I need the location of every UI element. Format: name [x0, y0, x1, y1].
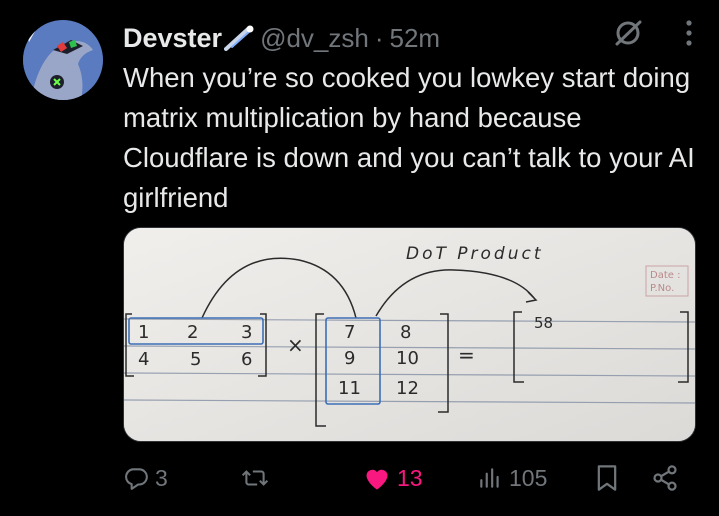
tweet-text: When you’re so cooked you lowkey start d… — [123, 62, 695, 213]
author-handle[interactable]: @dv_zsh — [260, 23, 369, 54]
a-1-3: 3 — [241, 322, 252, 343]
result-value: 58 — [534, 314, 553, 332]
b-3-2: 12 — [396, 378, 419, 399]
reply-button[interactable]: 3 — [123, 459, 168, 497]
share-icon — [653, 465, 677, 491]
views-button[interactable]: 105 — [477, 459, 547, 497]
b-2-2: 10 — [396, 348, 419, 369]
b-2-1: 9 — [344, 348, 355, 369]
timestamp[interactable]: 52m — [390, 23, 441, 54]
a-2-2: 5 — [190, 349, 201, 370]
a-2-1: 4 — [138, 349, 149, 370]
view-count: 105 — [509, 464, 548, 491]
times-sign: × — [287, 333, 304, 357]
b-3-1: 11 — [338, 378, 361, 399]
author-name[interactable]: Devster — [123, 23, 222, 54]
more-icon[interactable] — [685, 19, 693, 52]
tweet-header: Devster @dv_zsh · 52m — [123, 20, 440, 56]
avatar[interactable] — [23, 20, 103, 100]
notebook-photo: Date : P.No. DoT Product 1 2 3 4 5 6 × 7… — [124, 228, 695, 441]
bookmark-icon — [597, 465, 617, 491]
repost-button[interactable] — [241, 459, 275, 497]
verified-meteor-icon — [224, 25, 254, 51]
a-1-1: 1 — [138, 322, 149, 343]
repost-icon — [241, 470, 269, 486]
grok-icon[interactable] — [613, 18, 643, 53]
reply-count: 3 — [155, 464, 168, 491]
views-icon — [480, 468, 499, 488]
separator-dot: · — [374, 22, 384, 53]
header-icons — [613, 18, 693, 53]
a-2-3: 6 — [241, 349, 252, 370]
equals-sign: = — [458, 343, 475, 367]
b-1-2: 8 — [400, 322, 411, 343]
like-count: 13 — [397, 464, 423, 491]
like-button[interactable]: 13 — [363, 459, 423, 497]
b-1-1: 7 — [344, 322, 355, 343]
share-button[interactable] — [651, 459, 679, 497]
bookmark-button[interactable] — [595, 459, 619, 497]
tweet-media[interactable]: Date : P.No. DoT Product 1 2 3 4 5 6 × 7… — [123, 227, 696, 442]
avatar-image — [23, 20, 103, 100]
reply-icon — [125, 468, 148, 490]
stamp-date: Date : — [650, 270, 680, 281]
heart-icon — [366, 469, 388, 490]
a-1-2: 2 — [187, 322, 198, 343]
dot-product-annotation: DoT Product — [406, 244, 544, 264]
action-bar: 3 13 105 — [123, 459, 683, 497]
stamp-page: P.No. — [650, 283, 674, 294]
